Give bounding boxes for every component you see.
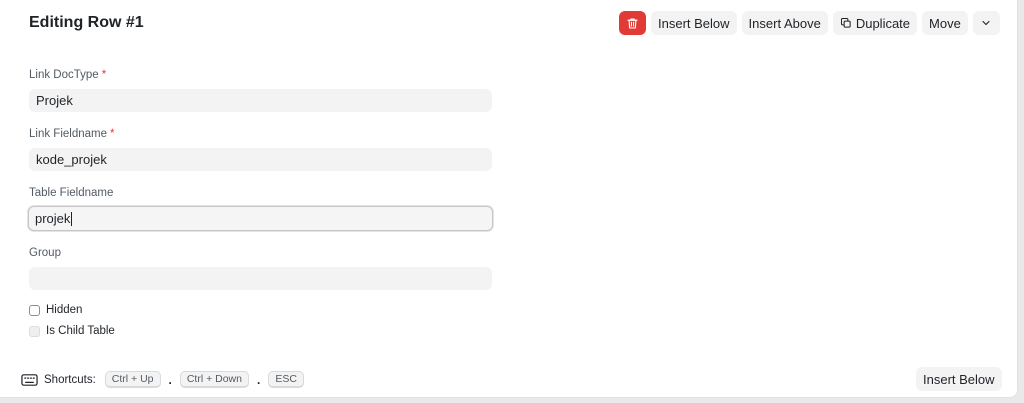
link-doctype-input[interactable]: Projek xyxy=(29,89,492,112)
keyboard-icon xyxy=(21,373,38,386)
hidden-checkbox[interactable] xyxy=(29,304,40,316)
table-fieldname-field: Table Fieldname projek xyxy=(28,186,493,231)
editing-row-panel: Editing Row #1 Insert Below Insert Above… xyxy=(0,0,1018,398)
table-fieldname-label: Table Fieldname xyxy=(29,187,114,199)
required-mark: * xyxy=(109,128,115,140)
move-button[interactable]: Move xyxy=(922,11,968,35)
shortcuts-label: Shortcuts: xyxy=(44,373,96,386)
shortcut-key-ctrl-down: Ctrl + Down xyxy=(179,371,249,388)
link-fieldname-label: Link Fieldname * xyxy=(29,128,115,140)
duplicate-icon xyxy=(840,17,851,28)
required-mark: * xyxy=(101,69,107,81)
group-input[interactable] xyxy=(29,267,492,290)
shortcut-key-esc: ESC xyxy=(268,371,304,388)
is-child-table-label: Is Child Table xyxy=(46,325,115,337)
link-doctype-value: Projek xyxy=(36,93,73,108)
panel-title: Editing Row #1 xyxy=(29,14,144,31)
link-doctype-label: Link DocType * xyxy=(29,69,107,81)
row-toolbar: Insert Below Insert Above Duplicate Move xyxy=(619,11,1000,35)
group-field: Group xyxy=(29,246,492,290)
text-caret xyxy=(71,211,73,226)
link-fieldname-value: kode_projek xyxy=(36,152,107,167)
is-child-table-checkbox xyxy=(29,325,40,337)
shortcut-key-ctrl-up: Ctrl + Up xyxy=(104,371,161,388)
chevron-down-icon xyxy=(982,20,990,26)
shortcut-separator: . xyxy=(168,372,172,387)
hidden-checkbox-row[interactable]: Hidden xyxy=(29,304,82,316)
shortcut-separator: . xyxy=(256,372,261,387)
link-doctype-field: Link DocType * Projek xyxy=(29,68,492,112)
link-fieldname-field: Link Fieldname * kode_projek xyxy=(29,127,492,171)
link-fieldname-input[interactable]: kode_projek xyxy=(29,148,492,171)
duplicate-button[interactable]: Duplicate xyxy=(832,11,918,35)
delete-row-button[interactable] xyxy=(619,11,646,35)
hidden-label: Hidden xyxy=(46,304,83,316)
shortcuts-bar: Shortcuts: Ctrl + Up . Ctrl + Down . ESC xyxy=(21,371,304,388)
table-fieldname-value: projek xyxy=(35,211,71,226)
group-label: Group xyxy=(29,247,61,259)
is-child-table-checkbox-row: Is Child Table xyxy=(29,325,115,337)
duplicate-label: Duplicate xyxy=(855,15,911,31)
insert-above-button[interactable]: Insert Above xyxy=(741,11,828,35)
more-actions-button[interactable] xyxy=(972,11,1000,35)
insert-below-footer-button[interactable]: Insert Below xyxy=(916,367,1002,391)
table-fieldname-input[interactable]: projek xyxy=(28,206,493,231)
trash-icon xyxy=(627,17,638,29)
insert-below-button[interactable]: Insert Below xyxy=(651,11,737,35)
